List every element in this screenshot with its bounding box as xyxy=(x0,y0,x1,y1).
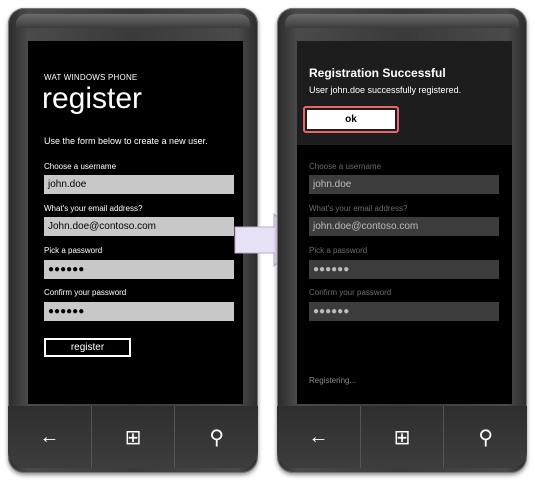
phone-bezel xyxy=(16,14,250,28)
ok-button[interactable]: ok xyxy=(307,110,395,129)
confirm-password-input[interactable]: ●●●●●● xyxy=(44,302,234,321)
username-input: john.doe xyxy=(309,175,499,194)
password-input[interactable]: ●●●●●● xyxy=(44,260,234,279)
email-input: john.doe@contoso.com xyxy=(309,217,499,236)
confirm-password-label: Confirm your password xyxy=(44,288,127,297)
username-label: Choose a username xyxy=(309,162,382,171)
search-icon[interactable]: ⚲ xyxy=(444,406,527,468)
back-icon[interactable]: ← xyxy=(8,406,92,468)
success-screen: Registration Successful User john.doe su… xyxy=(297,41,512,404)
username-input[interactable]: john.doe xyxy=(44,175,234,194)
page-subtitle: Use the form below to create a new user. xyxy=(44,136,208,146)
confirm-password-input: ●●●●●● xyxy=(309,302,499,321)
windows-start-icon[interactable]: ⊞ xyxy=(361,406,445,468)
hardware-buttons: ← ⊞ ⚲ xyxy=(8,406,258,468)
register-button[interactable]: register xyxy=(44,338,131,357)
windows-start-icon[interactable]: ⊞ xyxy=(92,406,176,468)
dialog-title: Registration Successful xyxy=(309,66,446,80)
status-text: Registering... xyxy=(309,376,357,385)
email-label: What's your email address? xyxy=(44,204,143,213)
register-screen: WAT WINDOWS PHONE register Use the form … xyxy=(28,41,243,404)
app-title: WAT WINDOWS PHONE xyxy=(44,73,138,82)
page-title: register xyxy=(42,82,143,115)
confirm-password-label: Confirm your password xyxy=(309,288,392,297)
password-label: Pick a password xyxy=(309,246,368,255)
dialog-message: User john.doe successfully registered. xyxy=(309,85,462,95)
phone-bezel xyxy=(285,14,519,28)
password-input: ●●●●●● xyxy=(309,260,499,279)
back-icon[interactable]: ← xyxy=(277,406,361,468)
hardware-buttons: ← ⊞ ⚲ xyxy=(277,406,527,468)
right-phone: Registration Successful User john.doe su… xyxy=(277,8,527,473)
email-input[interactable]: John.doe@contoso.com xyxy=(44,217,234,236)
success-dialog: Registration Successful User john.doe su… xyxy=(297,41,512,145)
username-label: Choose a username xyxy=(44,162,117,171)
left-phone: WAT WINDOWS PHONE register Use the form … xyxy=(8,8,258,473)
search-icon[interactable]: ⚲ xyxy=(175,406,258,468)
password-label: Pick a password xyxy=(44,246,103,255)
email-label: What's your email address? xyxy=(309,204,408,213)
